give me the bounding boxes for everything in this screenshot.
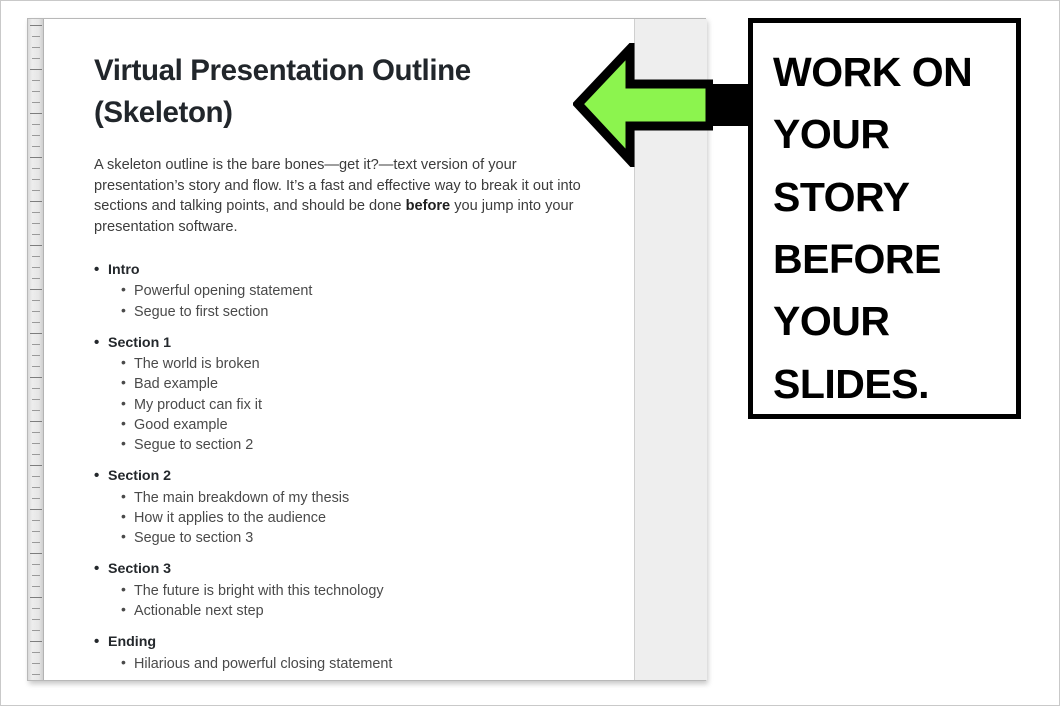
ruler-tick bbox=[32, 476, 40, 477]
ruler-tick bbox=[32, 388, 40, 389]
outline-bullet-item: Actionable next step bbox=[94, 600, 634, 621]
ruler-tick bbox=[32, 630, 40, 631]
outline-section-heading: Section 3 bbox=[94, 558, 634, 580]
vertical-ruler[interactable] bbox=[28, 19, 44, 680]
ruler-tick bbox=[30, 333, 42, 334]
ruler-tick bbox=[32, 652, 40, 653]
ruler-tick bbox=[32, 190, 40, 191]
ruler-tick bbox=[32, 487, 40, 488]
ruler-tick bbox=[32, 102, 40, 103]
intro-paragraph-emphasis: before bbox=[405, 198, 451, 215]
outline-bullet-item: Hilarious and powerful closing statement bbox=[94, 653, 634, 674]
ruler-tick bbox=[32, 47, 40, 48]
ruler-tick bbox=[32, 212, 40, 213]
outline-bullet-item: Segue to section 3 bbox=[94, 527, 634, 548]
ruler-tick bbox=[30, 25, 42, 26]
ruler-tick bbox=[32, 454, 40, 455]
ruler-tick bbox=[32, 531, 40, 532]
intro-paragraph: A skeleton outline is the bare bones—get… bbox=[94, 155, 590, 238]
ruler-tick bbox=[32, 223, 40, 224]
ruler-tick bbox=[30, 201, 42, 202]
ruler-tick bbox=[30, 465, 42, 466]
ruler-tick bbox=[32, 278, 40, 279]
ruler-tick bbox=[32, 58, 40, 59]
ruler-tick bbox=[30, 157, 42, 158]
outline-bullet-item: Good example bbox=[94, 414, 634, 435]
outline-bullet-item: Bad example bbox=[94, 373, 634, 394]
outline-section-heading: Ending bbox=[94, 631, 634, 653]
ruler-tick bbox=[32, 366, 40, 367]
outline-section: Section 2The main breakdown of my thesis… bbox=[94, 465, 634, 548]
outline-bullet-item: My product can fix it bbox=[94, 394, 634, 415]
outline-section: Section 1The world is brokenBad exampleM… bbox=[94, 332, 634, 455]
outline-bullet-item: The main breakdown of my thesis bbox=[94, 487, 634, 508]
page-title: Virtual Presentation Outline (Skeleton) bbox=[94, 54, 471, 130]
ruler-tick bbox=[32, 498, 40, 499]
ruler-tick bbox=[32, 36, 40, 37]
screenshot-canvas: Virtual Presentation Outline (Skeleton) … bbox=[0, 0, 1060, 706]
ruler-tick bbox=[32, 674, 40, 675]
ruler-tick bbox=[30, 597, 42, 598]
page-margin-panel bbox=[634, 19, 707, 680]
ruler-tick bbox=[30, 69, 42, 70]
ruler-tick bbox=[32, 443, 40, 444]
ruler-tick bbox=[32, 619, 40, 620]
ruler-tick bbox=[32, 542, 40, 543]
document-page: Virtual Presentation Outline (Skeleton) … bbox=[45, 19, 634, 680]
ruler-tick bbox=[32, 608, 40, 609]
outline-bullet-item: How it applies to the audience bbox=[94, 507, 634, 528]
ruler-tick bbox=[30, 113, 42, 114]
ruler-tick bbox=[32, 135, 40, 136]
ruler-tick bbox=[30, 641, 42, 642]
ruler-tick bbox=[32, 146, 40, 147]
ruler-tick bbox=[32, 311, 40, 312]
ruler-tick bbox=[32, 564, 40, 565]
outline-section-heading: Section 1 bbox=[94, 332, 634, 354]
outline-section-heading: Section 2 bbox=[94, 465, 634, 487]
ruler-tick bbox=[32, 322, 40, 323]
ruler-tick bbox=[32, 410, 40, 411]
ruler-tick bbox=[32, 300, 40, 301]
ruler-tick bbox=[30, 421, 42, 422]
ruler-tick bbox=[32, 91, 40, 92]
ruler-tick bbox=[32, 234, 40, 235]
ruler-tick bbox=[32, 586, 40, 587]
document-window: Virtual Presentation Outline (Skeleton) … bbox=[27, 18, 707, 681]
outline-section: IntroPowerful opening statementSegue to … bbox=[94, 259, 634, 322]
ruler-tick bbox=[30, 245, 42, 246]
outline-section: Section 3The future is bright with this … bbox=[94, 558, 634, 621]
outline-bullet-item: The world is broken bbox=[94, 353, 634, 374]
ruler-tick bbox=[32, 179, 40, 180]
outline-section: EndingHilarious and powerful closing sta… bbox=[94, 631, 634, 674]
ruler-tick bbox=[32, 344, 40, 345]
ruler-tick bbox=[32, 399, 40, 400]
outline-bullet-item: The future is bright with this technolog… bbox=[94, 580, 634, 601]
ruler-tick bbox=[32, 663, 40, 664]
ruler-tick bbox=[32, 575, 40, 576]
ruler-tick bbox=[30, 377, 42, 378]
ruler-tick bbox=[32, 256, 40, 257]
outline-section-heading: Intro bbox=[94, 259, 634, 281]
ruler-tick bbox=[32, 432, 40, 433]
ruler-tick bbox=[32, 168, 40, 169]
ruler-tick bbox=[32, 355, 40, 356]
outline-bullet-item: Segue to first section bbox=[94, 301, 634, 322]
ruler-tick bbox=[32, 80, 40, 81]
ruler-tick bbox=[32, 124, 40, 125]
arrow-connector-bar bbox=[703, 84, 751, 126]
ruler-tick bbox=[32, 520, 40, 521]
ruler-tick bbox=[30, 509, 42, 510]
ruler-tick bbox=[32, 267, 40, 268]
outline-list: IntroPowerful opening statementSegue to … bbox=[94, 259, 634, 674]
ruler-tick bbox=[30, 553, 42, 554]
outline-bullet-item: Segue to section 2 bbox=[94, 434, 634, 455]
ruler-tick bbox=[30, 289, 42, 290]
outline-bullet-item: Powerful opening statement bbox=[94, 280, 634, 301]
callout-text: WORK ON YOUR STORY BEFORE YOUR SLIDES. bbox=[773, 49, 973, 407]
callout-box: WORK ON YOUR STORY BEFORE YOUR SLIDES. bbox=[748, 18, 1021, 419]
